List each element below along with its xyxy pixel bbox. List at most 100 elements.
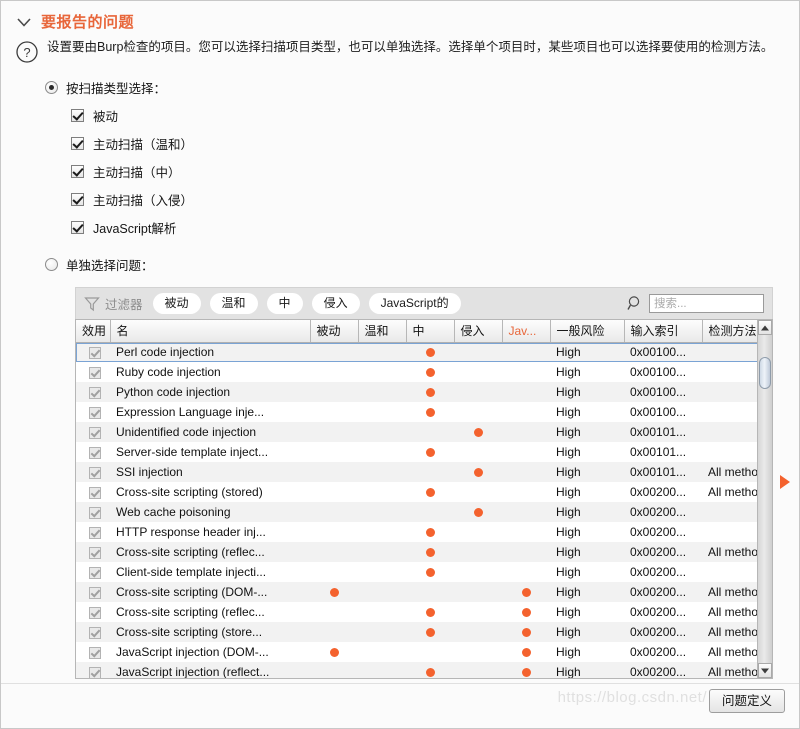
row-enable-checkbox[interactable]: [89, 646, 101, 659]
radio-by-scan-type-indicator[interactable]: [45, 81, 58, 94]
checkbox-scan-type-2[interactable]: 主动扫描（中）: [71, 162, 799, 181]
checkbox-indicator[interactable]: [71, 137, 84, 150]
checkbox-indicator[interactable]: [71, 165, 84, 178]
row-enable-checkbox[interactable]: [89, 606, 101, 619]
table-row[interactable]: Web cache poisoning High 0x00200...: [76, 502, 772, 522]
column-header-light[interactable]: 温和: [358, 320, 407, 343]
row-enable-checkbox[interactable]: [89, 586, 101, 599]
row-medium-cell: [406, 382, 454, 402]
vertical-scrollbar[interactable]: [757, 320, 772, 678]
page-title: 要报告的问题: [41, 14, 135, 31]
row-enable-checkbox-cell[interactable]: [76, 382, 110, 402]
row-enable-checkbox-cell[interactable]: [76, 442, 110, 462]
magnifier-icon[interactable]: [627, 295, 644, 312]
column-header-medium[interactable]: 中: [406, 320, 455, 343]
row-enable-checkbox[interactable]: [89, 426, 101, 439]
filter-pill-javascript[interactable]: JavaScript的: [368, 293, 461, 314]
table-row[interactable]: Unidentified code injection High 0x00101..…: [76, 422, 772, 442]
row-enable-checkbox[interactable]: [89, 347, 101, 360]
row-enable-checkbox[interactable]: [89, 566, 101, 579]
table-row[interactable]: Client-side template injecti... High 0x002…: [76, 562, 772, 582]
row-enable-checkbox[interactable]: [89, 666, 101, 678]
table-row[interactable]: JavaScript injection (DOM-... High 0x00200…: [76, 642, 772, 662]
row-enable-checkbox-cell[interactable]: [76, 662, 110, 678]
column-header-name[interactable]: 名: [110, 320, 311, 343]
row-issue-name: Cross-site scripting (store...: [110, 622, 310, 642]
row-enable-checkbox-cell[interactable]: [76, 342, 110, 362]
row-index: 0x00200...: [624, 522, 702, 542]
column-header-intrusive[interactable]: 侵入: [454, 320, 503, 343]
row-enable-checkbox[interactable]: [89, 406, 101, 419]
table-row[interactable]: Python code injection High 0x00100...: [76, 382, 772, 402]
row-medium-cell: [406, 502, 454, 522]
row-enable-checkbox[interactable]: [89, 506, 101, 519]
row-enable-checkbox[interactable]: [89, 446, 101, 459]
row-enable-checkbox-cell[interactable]: [76, 642, 110, 662]
row-intrusive-cell: [454, 582, 502, 602]
table-row[interactable]: Perl code injection High 0x00100...: [76, 342, 772, 362]
column-header-effect[interactable]: 效用: [76, 320, 111, 343]
checkbox-indicator[interactable]: [71, 193, 84, 206]
row-enable-checkbox[interactable]: [89, 366, 101, 379]
table-row[interactable]: Server-side template inject... High 0x0010…: [76, 442, 772, 462]
row-enable-checkbox-cell[interactable]: [76, 582, 110, 602]
filter-pill-medium[interactable]: 中: [266, 293, 303, 314]
scrollbar-track[interactable]: [758, 335, 772, 663]
table-row[interactable]: JavaScript injection (reflect... High 0x00…: [76, 662, 772, 678]
row-enable-checkbox[interactable]: [89, 486, 101, 499]
row-enable-checkbox-cell[interactable]: [76, 462, 110, 482]
row-enable-checkbox-cell[interactable]: [76, 542, 110, 562]
radio-individual-issues[interactable]: 单独选择问题：: [45, 255, 799, 274]
row-enable-checkbox-cell[interactable]: [76, 562, 110, 582]
column-header-index[interactable]: 输入索引: [624, 320, 703, 343]
scroll-up-button[interactable]: [758, 320, 772, 335]
checkbox-scan-type-0[interactable]: 被动: [71, 106, 799, 125]
table-row[interactable]: Cross-site scripting (stored) High 0x00200…: [76, 482, 772, 502]
checkbox-scan-type-4[interactable]: JavaScript解析: [71, 218, 799, 237]
filter-pill-passive[interactable]: 被动: [152, 293, 201, 314]
funnel-icon[interactable]: [84, 296, 100, 312]
table-row[interactable]: Expression Language inje... High 0x00100..…: [76, 402, 772, 422]
filter-pill-intrusive[interactable]: 侵入: [311, 293, 360, 314]
column-header-javascript[interactable]: Jav...: [502, 320, 551, 343]
row-enable-checkbox-cell[interactable]: [76, 482, 110, 502]
scroll-down-button[interactable]: [758, 663, 772, 678]
table-row[interactable]: Cross-site scripting (reflec... High 0x002…: [76, 542, 772, 562]
row-js-cell: [502, 602, 550, 622]
search-input[interactable]: [649, 294, 764, 313]
row-enable-checkbox[interactable]: [89, 466, 101, 479]
filter-pill-light[interactable]: 温和: [209, 293, 258, 314]
row-enable-checkbox[interactable]: [89, 386, 101, 399]
table-row[interactable]: Ruby code injection High 0x00100...: [76, 362, 772, 382]
section-header[interactable]: 要报告的问题: [1, 1, 799, 36]
row-passive-cell: [310, 382, 358, 402]
row-enable-checkbox[interactable]: [89, 626, 101, 639]
row-index: 0x00200...: [624, 542, 702, 562]
checkbox-indicator[interactable]: [71, 221, 84, 234]
row-enable-checkbox-cell[interactable]: [76, 362, 110, 382]
checkbox-scan-type-3[interactable]: 主动扫描（入侵）: [71, 190, 799, 209]
chevron-down-icon[interactable]: [15, 13, 33, 31]
checkbox-indicator[interactable]: [71, 109, 84, 122]
row-enable-checkbox[interactable]: [89, 546, 101, 559]
row-enable-checkbox-cell[interactable]: [76, 422, 110, 442]
row-enable-checkbox-cell[interactable]: [76, 602, 110, 622]
row-enable-checkbox[interactable]: [89, 526, 101, 539]
column-header-risk[interactable]: 一般风险: [550, 320, 625, 343]
row-enable-checkbox-cell[interactable]: [76, 622, 110, 642]
radio-by-scan-type[interactable]: 按扫描类型选择：: [45, 78, 799, 97]
table-row[interactable]: Cross-site scripting (reflec... High 0x002…: [76, 602, 772, 622]
column-header-passive[interactable]: 被动: [310, 320, 359, 343]
checkbox-scan-type-1[interactable]: 主动扫描（温和）: [71, 134, 799, 153]
table-row[interactable]: HTTP response header inj... High 0x00200..…: [76, 522, 772, 542]
table-row[interactable]: Cross-site scripting (DOM-... High 0x00200…: [76, 582, 772, 602]
radio-individual-issues-indicator[interactable]: [45, 258, 58, 271]
row-enable-checkbox-cell[interactable]: [76, 502, 110, 522]
scan-type-dot-icon: [473, 507, 483, 517]
issue-definitions-button[interactable]: 问题定义: [708, 689, 785, 713]
table-row[interactable]: SSI injectionHigh0x00101...All methods e…: [76, 462, 772, 482]
row-enable-checkbox-cell[interactable]: [76, 402, 110, 422]
row-enable-checkbox-cell[interactable]: [76, 522, 110, 542]
scrollbar-thumb[interactable]: [759, 357, 771, 389]
table-row[interactable]: Cross-site scripting (store... High 0x0020…: [76, 622, 772, 642]
